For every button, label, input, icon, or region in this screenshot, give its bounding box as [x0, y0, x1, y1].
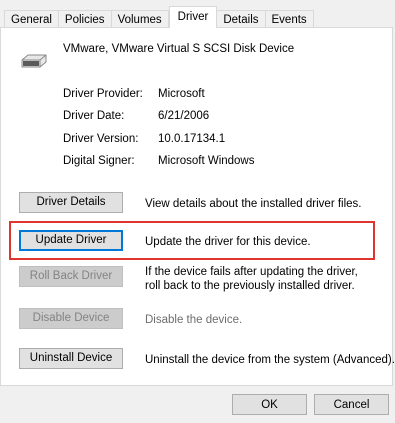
driver-details-button[interactable]: Driver Details — [19, 192, 123, 213]
driver-provider-value: Microsoft — [158, 88, 205, 100]
device-name: VMware, VMware Virtual S SCSI Disk Devic… — [63, 43, 295, 55]
update-driver-button[interactable]: Update Driver — [19, 230, 123, 251]
digital-signer-label: Digital Signer: — [63, 155, 135, 167]
driver-version-label: Driver Version: — [63, 133, 139, 145]
roll-back-driver-description: If the device fails after updating the d… — [145, 266, 358, 292]
uninstall-device-description: Uninstall the device from the system (Ad… — [145, 354, 395, 366]
digital-signer-value: Microsoft Windows — [158, 155, 255, 167]
driver-provider-label: Driver Provider: — [63, 88, 143, 100]
disable-device-description: Disable the device. — [145, 314, 243, 326]
driver-version-value: 10.0.17134.1 — [158, 133, 226, 145]
disable-device-button[interactable]: Disable Device — [19, 308, 123, 329]
update-driver-description: Update the driver for this device. — [145, 236, 311, 248]
disk-drive-icon — [21, 54, 47, 68]
driver-details-description: View details about the installed driver … — [145, 198, 362, 210]
roll-back-driver-button[interactable]: Roll Back Driver — [19, 266, 123, 287]
driver-date-label: Driver Date: — [63, 110, 125, 122]
driver-date-value: 6/21/2006 — [158, 110, 210, 122]
panel-content: VMware, VMware Virtual S SCSI Disk Devic… — [0, 0, 395, 423]
uninstall-device-button[interactable]: Uninstall Device — [19, 348, 123, 369]
